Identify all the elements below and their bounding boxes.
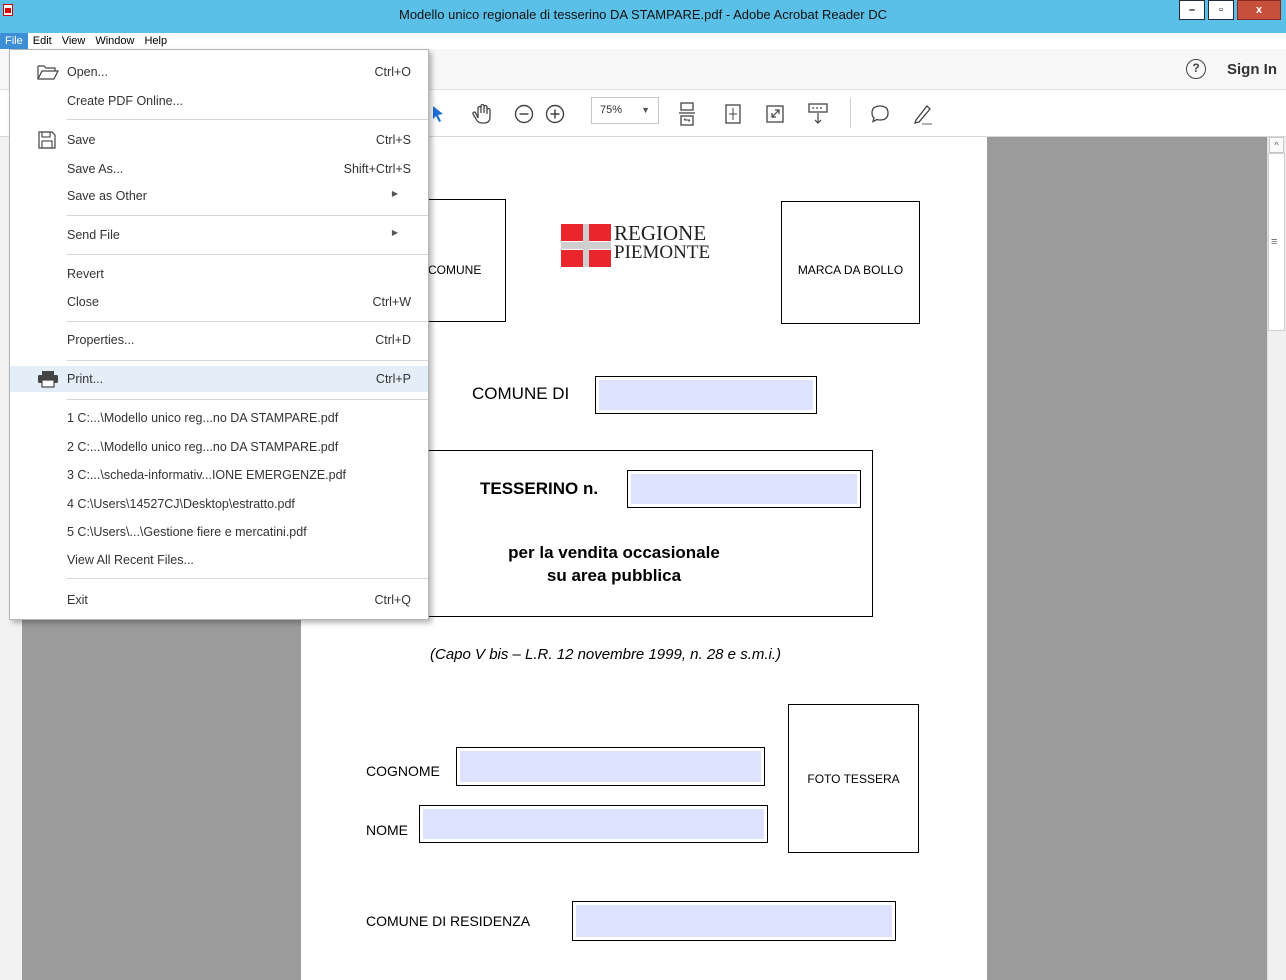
menu-separator bbox=[67, 215, 428, 216]
regione-piemonte-logo bbox=[561, 224, 611, 267]
menu-help[interactable]: Help bbox=[139, 33, 172, 49]
read-mode-icon[interactable] bbox=[806, 100, 830, 128]
scroll-up-arrow-icon[interactable]: ^ bbox=[1269, 137, 1284, 153]
tesserino-label: TESSERINO n. bbox=[480, 479, 599, 498]
menu-view[interactable]: View bbox=[57, 33, 91, 49]
menu-item-close[interactable]: Close Ctrl+W bbox=[10, 289, 428, 315]
menu-separator bbox=[67, 578, 428, 579]
window-controls: – ▫ x bbox=[1179, 0, 1281, 21]
comune-di-label: COMUNE DI bbox=[472, 384, 570, 403]
cognome-label: COGNOME bbox=[366, 763, 440, 779]
menu-bar: File Edit View Window Help bbox=[0, 33, 1286, 49]
close-button[interactable]: x bbox=[1237, 0, 1281, 20]
menu-item-save-as-other[interactable]: Save as Other ▶ bbox=[10, 183, 428, 209]
sign-in-link[interactable]: Sign In bbox=[1227, 61, 1277, 78]
nome-label: NOME bbox=[366, 822, 408, 838]
fit-width-icon[interactable] bbox=[676, 100, 698, 128]
menu-edit[interactable]: Edit bbox=[28, 33, 57, 49]
zoom-level-select[interactable]: 75% ▼ bbox=[591, 97, 659, 124]
menu-item-properties[interactable]: Properties... Ctrl+D bbox=[10, 327, 428, 353]
maximize-button[interactable]: ▫ bbox=[1208, 0, 1234, 20]
menu-item-revert[interactable]: Revert bbox=[10, 261, 428, 287]
comune-box-label: COMUNE bbox=[428, 263, 482, 277]
comment-icon[interactable] bbox=[868, 100, 892, 128]
full-screen-icon[interactable] bbox=[764, 100, 786, 128]
foto-tessera-label: FOTO TESSERA bbox=[807, 772, 900, 786]
title-bar: Modello unico regionale di tesserino DA … bbox=[0, 0, 1286, 33]
cognome-input[interactable] bbox=[460, 751, 761, 782]
menu-separator bbox=[67, 360, 428, 361]
zoom-out-icon[interactable] bbox=[513, 100, 535, 128]
floppy-disk-icon bbox=[38, 131, 56, 149]
chevron-down-icon: ▼ bbox=[641, 105, 650, 115]
comune-residenza-input[interactable] bbox=[576, 905, 892, 937]
toolbar-divider bbox=[850, 98, 851, 128]
menu-item-create-pdf-online[interactable]: Create PDF Online... bbox=[10, 88, 428, 114]
fit-page-icon[interactable] bbox=[722, 100, 744, 128]
menu-item-send-file[interactable]: Send File ▶ bbox=[10, 222, 428, 248]
comune-residenza-label: COMUNE DI RESIDENZA bbox=[366, 913, 531, 929]
window-title: Modello unico regionale di tesserino DA … bbox=[399, 7, 887, 22]
submenu-arrow-icon: ▶ bbox=[391, 189, 398, 198]
menu-separator bbox=[67, 399, 428, 400]
minimize-button[interactable]: – bbox=[1179, 0, 1205, 20]
regione-piemonte-wordmark: REGIONE PIEMONTE bbox=[614, 221, 711, 263]
tesserino-number-input[interactable] bbox=[631, 474, 857, 504]
recent-file-2[interactable]: 2 C:...\Modello unico reg...no DA STAMPA… bbox=[10, 434, 428, 460]
help-icon[interactable]: ? bbox=[1186, 59, 1206, 79]
menu-item-open[interactable]: Open... Ctrl+O bbox=[10, 59, 428, 85]
folder-open-icon bbox=[37, 65, 59, 80]
marca-da-bollo-label: MARCA DA BOLLO bbox=[797, 263, 904, 277]
file-menu-dropdown: Open... Ctrl+O Create PDF Online... Save… bbox=[9, 49, 429, 620]
scroll-grip-icon: ≡ bbox=[1271, 236, 1278, 248]
recent-file-4[interactable]: 4 C:\Users\14527CJ\Desktop\estratto.pdf bbox=[10, 491, 428, 517]
menu-file[interactable]: File bbox=[0, 33, 28, 49]
printer-icon bbox=[38, 371, 58, 388]
menu-item-view-all-recent[interactable]: View All Recent Files... bbox=[10, 547, 428, 573]
nome-input[interactable] bbox=[423, 809, 764, 839]
vendita-description: per la vendita occasionale su area pubbl… bbox=[508, 543, 720, 585]
menu-item-save[interactable]: Save Ctrl+S bbox=[10, 127, 428, 153]
menu-item-save-as[interactable]: Save As... Shift+Ctrl+S bbox=[10, 156, 428, 182]
zoom-in-icon[interactable] bbox=[544, 100, 566, 128]
menu-separator bbox=[67, 254, 428, 255]
menu-separator bbox=[67, 321, 428, 322]
menu-item-print[interactable]: Print... Ctrl+P bbox=[10, 366, 428, 392]
recent-file-1[interactable]: 1 C:...\Modello unico reg...no DA STAMPA… bbox=[10, 405, 428, 431]
highlight-pen-icon[interactable] bbox=[910, 100, 934, 128]
recent-file-5[interactable]: 5 C:\Users\...\Gestione fiere e mercatin… bbox=[10, 519, 428, 545]
hand-tool-icon[interactable] bbox=[470, 100, 494, 128]
submenu-arrow-icon: ▶ bbox=[391, 228, 398, 237]
select-tool-icon[interactable] bbox=[428, 100, 448, 128]
legal-reference: (Capo V bis – L.R. 12 novembre 1999, n. … bbox=[430, 646, 782, 663]
comune-di-input[interactable] bbox=[599, 380, 813, 410]
menu-item-exit[interactable]: Exit Ctrl+Q bbox=[10, 587, 428, 613]
menu-separator bbox=[67, 119, 428, 120]
menu-window[interactable]: Window bbox=[90, 33, 139, 49]
recent-file-3[interactable]: 3 C:...\scheda-informativ...IONE EMERGEN… bbox=[10, 462, 428, 488]
zoom-level-value: 75% bbox=[600, 104, 623, 116]
